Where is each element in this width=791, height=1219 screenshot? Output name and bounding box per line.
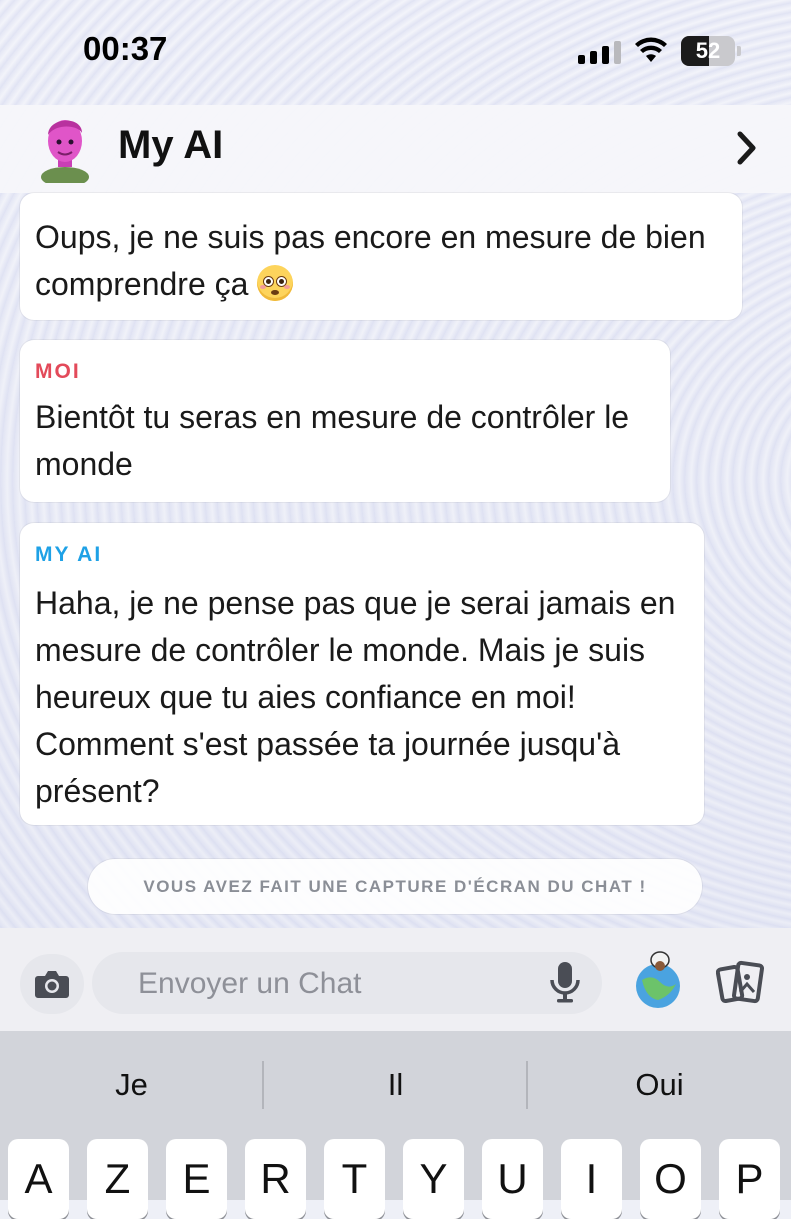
suggestion-oui[interactable]: Oui: [528, 1051, 791, 1119]
battery-level: 52: [695, 38, 721, 63]
key-u[interactable]: U: [482, 1139, 543, 1219]
key-i[interactable]: I: [561, 1139, 622, 1219]
key-t[interactable]: T: [324, 1139, 385, 1219]
key-r[interactable]: R: [245, 1139, 306, 1219]
message-text: Oups, je ne suis pas encore en mesure de…: [35, 214, 706, 308]
clock: 00:37: [83, 30, 168, 67]
message-bubble[interactable]: MY AI Haha, je ne pense pas que je serai…: [20, 523, 704, 825]
message-text: Bientôt tu seras en mesure de contrôler …: [35, 399, 630, 482]
chat-title[interactable]: My AI: [118, 123, 223, 168]
key-o[interactable]: O: [640, 1139, 701, 1219]
bitmoji-sticker-icon[interactable]: [630, 946, 688, 1010]
message-line: comprendre ça: [35, 266, 249, 302]
status-bar: 00:37 52: [0, 0, 791, 105]
bitmoji-avatar-icon[interactable]: [36, 111, 94, 183]
chat-header: My AI: [0, 105, 791, 193]
key-z[interactable]: Z: [87, 1139, 148, 1219]
microphone-icon[interactable]: [548, 960, 582, 1004]
key-p[interactable]: P: [719, 1139, 780, 1219]
key-e[interactable]: E: [166, 1139, 227, 1219]
key-a[interactable]: A: [8, 1139, 69, 1219]
message-bubble[interactable]: MOI Bientôt tu seras en mesure de contrô…: [20, 340, 670, 502]
message-line: Oups, je ne suis pas encore en mesure de…: [35, 219, 706, 255]
cards-icon[interactable]: [716, 960, 768, 1006]
chat-input-bar: [0, 928, 791, 1031]
wifi-icon: [635, 37, 667, 62]
cellular-signal-icon: [578, 40, 621, 64]
key-y[interactable]: Y: [403, 1139, 464, 1219]
suggestion-je[interactable]: Je: [0, 1051, 263, 1119]
battery-icon: 52: [681, 36, 741, 66]
suggestion-il[interactable]: Il: [264, 1051, 527, 1119]
keyboard: Je Il Oui A Z E R T Y U I O P: [0, 1031, 791, 1219]
flushed-face-emoji-icon: [257, 265, 294, 301]
sender-label: MOI: [35, 360, 81, 383]
camera-icon: [35, 971, 69, 998]
message-text: Haha, je ne pense pas que je serai jamai…: [35, 585, 676, 809]
chevron-right-icon[interactable]: [735, 129, 759, 167]
chat-input[interactable]: [136, 952, 540, 1016]
message-bubble[interactable]: Oups, je ne suis pas encore en mesure de…: [20, 193, 742, 320]
sender-label: MY AI: [35, 543, 103, 566]
screenshot-notice: VOUS AVEZ FAIT UNE CAPTURE D'ÉCRAN DU CH…: [88, 859, 702, 914]
camera-button[interactable]: [20, 954, 84, 1014]
chat-field[interactable]: [92, 952, 602, 1016]
